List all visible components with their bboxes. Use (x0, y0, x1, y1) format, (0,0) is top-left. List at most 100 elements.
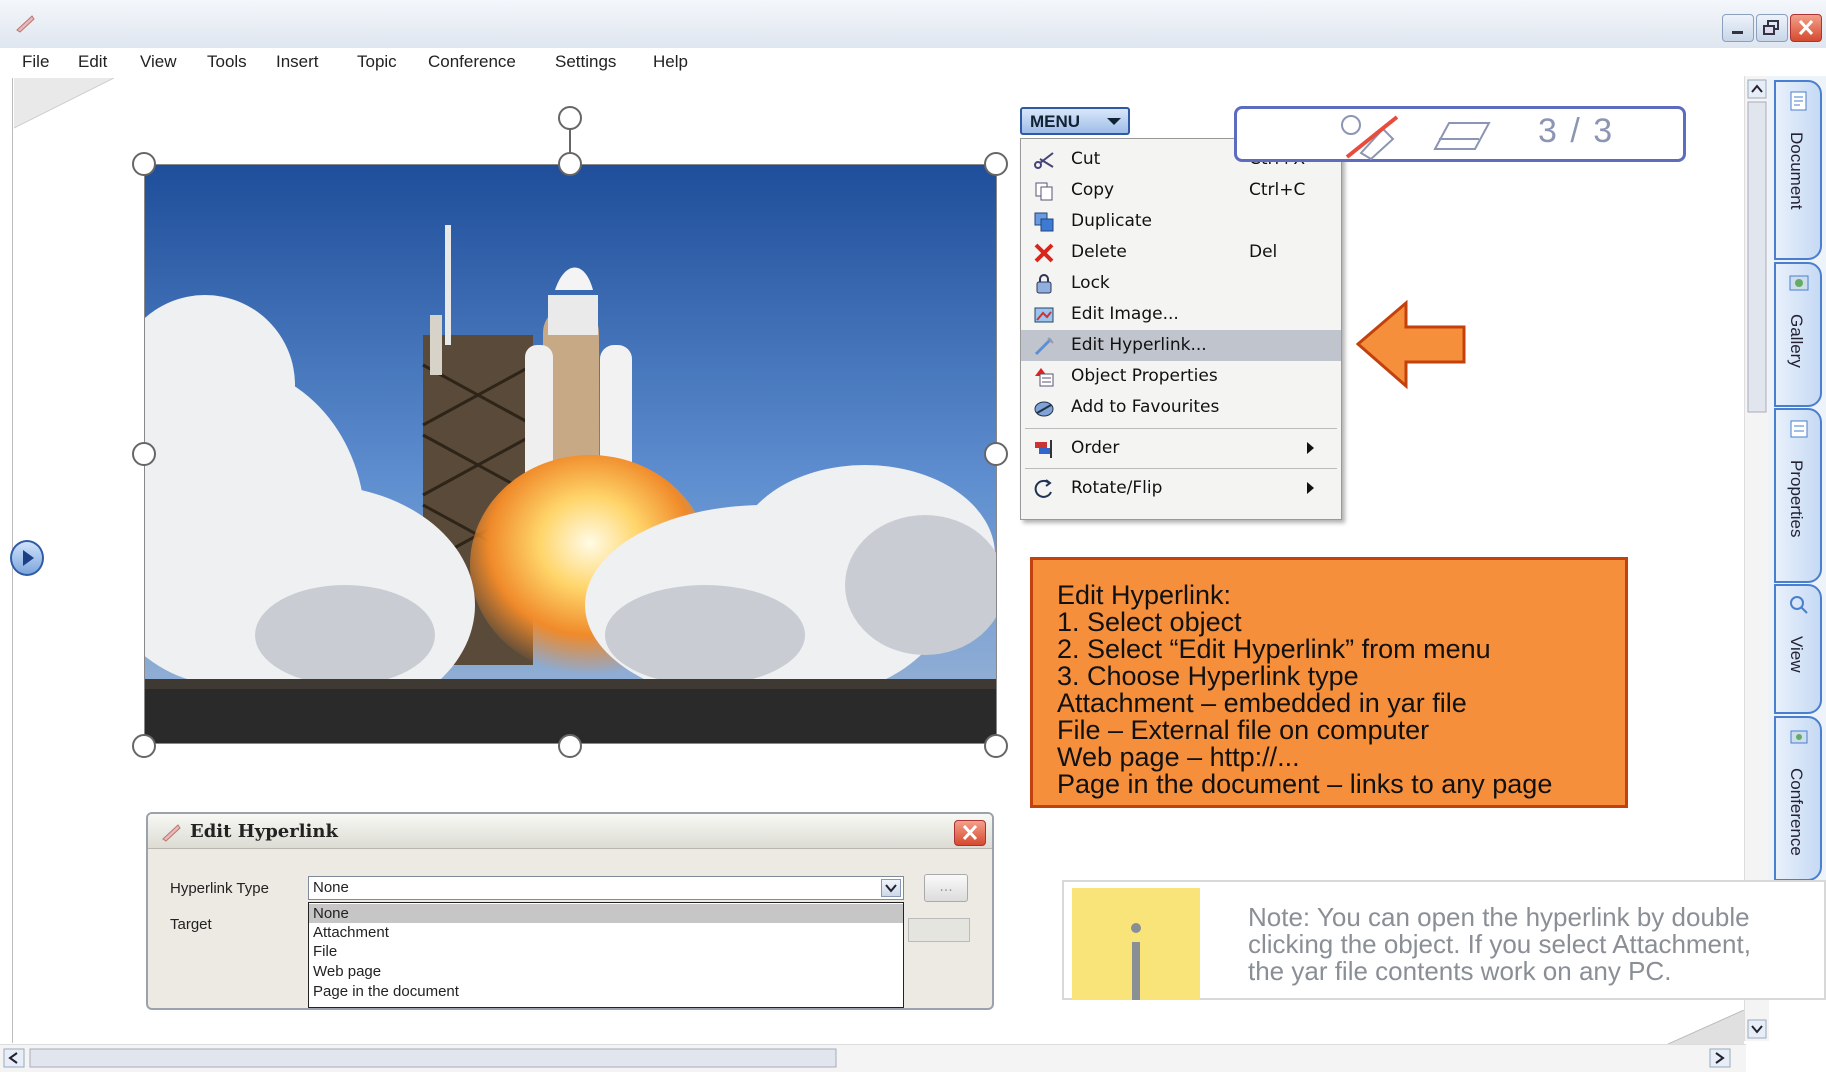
app-icon (162, 824, 181, 842)
menu-item-add-to-favourites[interactable]: Add to Favourites (1021, 392, 1341, 423)
scissors-icon (1033, 149, 1055, 171)
rotate-icon (1033, 478, 1055, 500)
option-file[interactable]: File (309, 942, 903, 961)
shuttle-launch-image[interactable] (85, 164, 1005, 744)
menu-separator (1025, 428, 1337, 429)
tab-properties[interactable]: Properties (1774, 408, 1822, 583)
document-icon (1788, 90, 1810, 112)
menu-conference[interactable]: Conference (428, 52, 516, 72)
callout-step-1: 1. Select object (1057, 607, 1242, 637)
hyperlink-type-options: None Attachment File Web page Page in th… (308, 902, 904, 1008)
option-page-in-document[interactable]: Page in the document (309, 982, 903, 1001)
chevron-down-icon (1107, 118, 1121, 125)
resize-handle-top[interactable] (558, 152, 582, 176)
hyperlink-type-label: Hyperlink Type (170, 880, 269, 897)
edit-hyperlink-dialog: Edit Hyperlink Hyperlink Type None ... T… (146, 812, 994, 1010)
browse-button[interactable]: ... (924, 874, 968, 902)
menu-item-object-properties[interactable]: Object Properties (1021, 361, 1341, 392)
callout-type-page: Page in the document – links to any page (1057, 769, 1553, 799)
callout-type-file: File – External file on computer (1057, 715, 1430, 745)
page-curl-corner (14, 78, 114, 129)
restore-button[interactable] (1756, 14, 1788, 42)
instructions-callout: Edit Hyperlink: 1. Select object 2. Sele… (1030, 557, 1628, 808)
pointer-arrow-icon (1356, 300, 1466, 390)
horizontal-scrollbar[interactable] (0, 1044, 1746, 1072)
view-icon (1788, 594, 1810, 616)
app-icon (14, 12, 36, 34)
resize-handle-bottom[interactable] (558, 734, 582, 758)
resize-handle-left[interactable] (132, 442, 156, 466)
callout-type-attachment: Attachment – embedded in yar file (1057, 688, 1467, 718)
callout-type-web: Web page – http://... (1057, 742, 1300, 772)
object-toolbar (1234, 106, 1686, 162)
rotate-handle[interactable] (558, 106, 582, 130)
order-icon (1033, 438, 1055, 460)
menu-item-copy[interactable]: Copy Ctrl+C (1021, 175, 1341, 206)
tab-conference[interactable]: Conference (1774, 716, 1822, 881)
callout-title: Edit Hyperlink: (1057, 580, 1232, 610)
menu-topic[interactable]: Topic (357, 52, 397, 72)
chevron-down-icon[interactable] (881, 879, 901, 897)
note-text: Note: You can open the hyperlink by doub… (1248, 902, 1751, 986)
menu-item-rotate-flip[interactable]: Rotate/Flip (1021, 473, 1341, 504)
menu-item-duplicate[interactable]: Duplicate (1021, 206, 1341, 237)
resize-handle-top-right[interactable] (984, 152, 1008, 176)
page-counter: 3 / 3 (1538, 112, 1615, 150)
menu-item-edit-hyperlink[interactable]: Edit Hyperlink... (1021, 330, 1341, 361)
close-window-button[interactable] (1790, 14, 1822, 42)
gallery-icon (1788, 272, 1810, 294)
note-box: Note: You can open the hyperlink by doub… (1062, 880, 1826, 1000)
hyperlink-type-select[interactable]: None (308, 876, 904, 900)
dialog-close-button[interactable] (954, 820, 986, 846)
menu-edit[interactable]: Edit (78, 52, 107, 72)
hyperlink-icon (1033, 335, 1055, 357)
menu-tools[interactable]: Tools (207, 52, 247, 72)
submenu-arrow-icon (1307, 442, 1314, 454)
callout-step-3: 3. Choose Hyperlink type (1057, 661, 1359, 691)
info-icon (1072, 888, 1200, 1000)
menu-file[interactable]: File (22, 52, 49, 72)
edit-image-icon (1033, 304, 1055, 326)
callout-step-2: 2. Select “Edit Hyperlink” from menu (1057, 634, 1491, 664)
minimize-button[interactable] (1722, 14, 1754, 42)
expand-left-panel-button[interactable] (10, 540, 44, 576)
target-field[interactable] (908, 918, 970, 942)
context-menu: Cut Ctrl+X Copy Ctrl+C Duplicate Delete … (1020, 138, 1342, 520)
dialog-title-bar[interactable]: Edit Hyperlink (148, 814, 992, 849)
option-web-page[interactable]: Web page (309, 962, 903, 981)
menu-item-edit-image[interactable]: Edit Image... (1021, 299, 1341, 330)
submenu-arrow-icon (1307, 482, 1314, 494)
duplicate-icon (1033, 211, 1055, 233)
menu-item-delete[interactable]: Delete Del (1021, 237, 1341, 268)
object-menu-button[interactable]: MENU (1020, 107, 1130, 135)
properties-icon (1033, 366, 1055, 388)
menu-item-lock[interactable]: Lock (1021, 268, 1341, 299)
no-pen-icon[interactable] (1337, 111, 1417, 161)
menu-insert[interactable]: Insert (276, 52, 319, 72)
menu-separator (1025, 468, 1337, 469)
resize-handle-top-left[interactable] (132, 152, 156, 176)
menu-view[interactable]: View (140, 52, 177, 72)
lock-icon (1033, 273, 1055, 295)
resize-handle-right[interactable] (984, 442, 1008, 466)
resize-handle-bottom-left[interactable] (132, 734, 156, 758)
menu-bar (0, 48, 1826, 76)
resize-handle-bottom-right[interactable] (984, 734, 1008, 758)
option-none[interactable]: None (309, 904, 903, 923)
delete-x-icon (1033, 242, 1055, 264)
copy-icon (1033, 180, 1055, 202)
favourites-icon (1033, 397, 1055, 419)
tab-document[interactable]: Document (1774, 80, 1822, 260)
conference-icon (1788, 726, 1810, 748)
tab-gallery[interactable]: Gallery (1774, 262, 1822, 407)
tab-view[interactable]: View (1774, 584, 1822, 714)
menu-settings[interactable]: Settings (555, 52, 616, 72)
menu-help[interactable]: Help (653, 52, 688, 72)
target-label: Target (170, 916, 212, 933)
title-bar (0, 0, 1826, 49)
properties-icon (1788, 418, 1810, 440)
dialog-title: Edit Hyperlink (190, 821, 338, 842)
option-attachment[interactable]: Attachment (309, 923, 903, 942)
menu-item-order[interactable]: Order (1021, 433, 1341, 464)
layer-icon[interactable] (1427, 117, 1497, 157)
